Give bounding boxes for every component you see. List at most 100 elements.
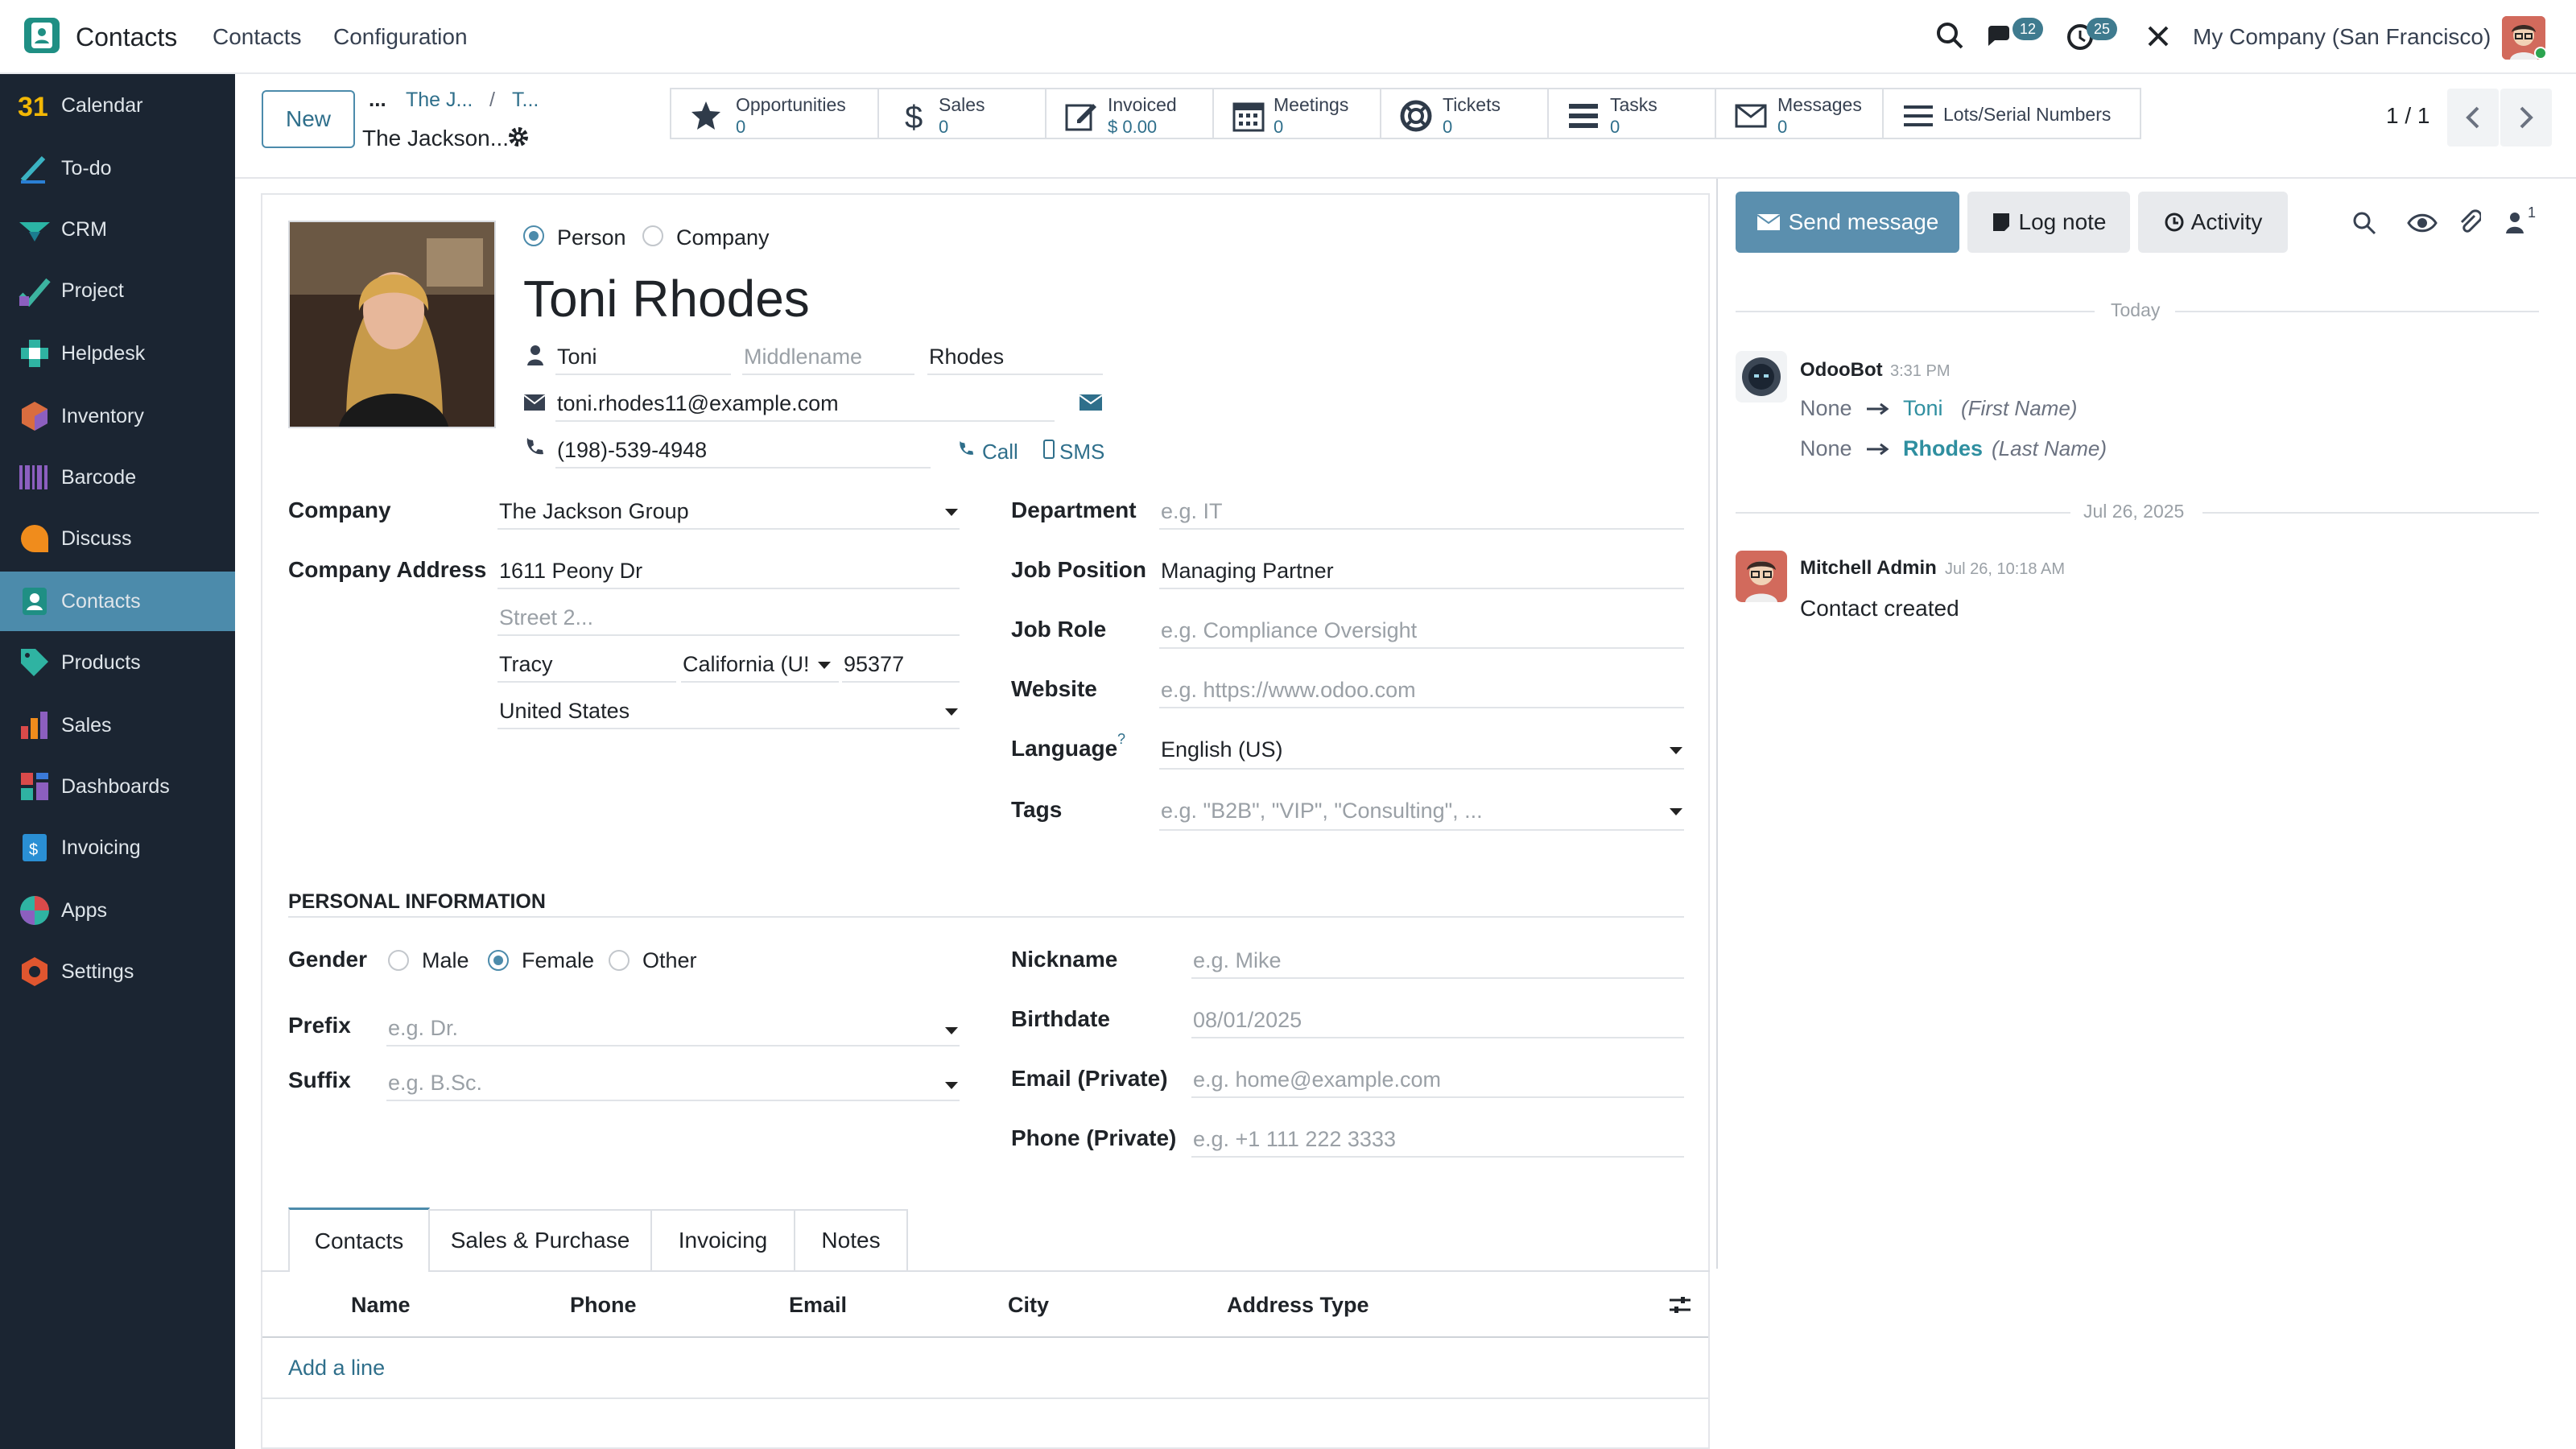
zip-input[interactable]: 95377	[844, 652, 904, 677]
app-title[interactable]: Contacts	[76, 23, 177, 52]
menu-contacts[interactable]: Contacts	[213, 24, 302, 50]
message-author[interactable]: Mitchell Admin	[1800, 557, 1937, 580]
state-select[interactable]: California (U!	[683, 652, 810, 677]
log-note-button[interactable]: Log note	[1967, 192, 2130, 253]
nickname-input[interactable]: e.g. Mike	[1193, 948, 1282, 973]
contact-photo[interactable]	[288, 221, 496, 428]
messages-icon[interactable]	[1985, 23, 2016, 50]
contact-name-heading[interactable]: Toni Rhodes	[523, 269, 810, 328]
sidebar-item-dashboards[interactable]: Dashboards	[0, 757, 235, 816]
company-switcher[interactable]: My Company (San Francisco)	[2193, 24, 2491, 50]
country-select[interactable]: United States	[499, 699, 630, 724]
street-input[interactable]: 1611 Peony Dr	[499, 559, 642, 584]
sidebar-item-discuss[interactable]: Discuss	[0, 509, 235, 568]
sidebar-item-crm[interactable]: CRM	[0, 200, 235, 259]
mobile-icon[interactable]	[1043, 440, 1055, 459]
breadcrumb-item-parent[interactable]: T...	[512, 89, 539, 112]
breadcrumb-ellipsis[interactable]: ...	[369, 87, 386, 112]
mitchell-admin-avatar[interactable]	[1736, 551, 1787, 602]
sidebar-item-contacts[interactable]: Contacts	[0, 572, 235, 631]
search-messages-icon[interactable]	[2352, 211, 2376, 235]
sidebar-item-invoicing[interactable]: $ Invoicing	[0, 818, 235, 877]
street2-input[interactable]: Street 2...	[499, 605, 593, 630]
lots-serial-smart-button[interactable]: Lots/Serial Numbers	[1882, 88, 2141, 139]
last-name-input[interactable]: Rhodes	[929, 345, 1004, 369]
pager-next-button[interactable]	[2500, 89, 2552, 147]
call-phone-icon[interactable]	[958, 441, 974, 457]
odoobot-avatar[interactable]	[1736, 351, 1787, 402]
pager-counter[interactable]: 1 / 1	[2386, 103, 2429, 129]
send-email-icon[interactable]	[1079, 393, 1103, 412]
phone-private-input[interactable]: e.g. +1 111 222 3333	[1193, 1127, 1396, 1152]
phone-input[interactable]: (198)-539-4948	[557, 438, 707, 463]
column-header-address-type[interactable]: Address Type	[1227, 1293, 1369, 1318]
contacts-app-icon[interactable]	[24, 18, 60, 53]
new-button[interactable]: New	[262, 90, 355, 148]
column-header-phone[interactable]: Phone	[570, 1293, 637, 1318]
sidebar-item-todo[interactable]: To-do	[0, 138, 235, 198]
sidebar-item-apps[interactable]: Apps	[0, 881, 235, 940]
attachment-paperclip-icon[interactable]	[2457, 208, 2481, 235]
optional-columns-icon[interactable]	[1668, 1293, 1692, 1317]
sidebar-item-project[interactable]: Project	[0, 261, 235, 320]
prefix-dropdown-caret[interactable]	[945, 1027, 958, 1034]
gear-icon[interactable]	[507, 126, 530, 148]
company-select[interactable]: The Jackson Group	[499, 499, 689, 524]
call-button[interactable]: Call	[982, 440, 1018, 464]
language-help-tooltip[interactable]: ?	[1117, 731, 1125, 748]
job-position-input[interactable]: Managing Partner	[1161, 559, 1334, 584]
tags-dropdown-caret[interactable]	[1670, 808, 1682, 815]
follow-eye-icon[interactable]	[2407, 211, 2438, 235]
tags-input[interactable]: e.g. "B2B", "VIP", "Consulting", ...	[1161, 799, 1483, 824]
middle-name-input[interactable]: Middlename	[744, 345, 862, 369]
breadcrumb-item-company[interactable]: The J...	[406, 89, 473, 112]
sidebar-item-barcode[interactable]: Barcode	[0, 448, 235, 507]
sidebar-item-helpdesk[interactable]: Helpdesk	[0, 324, 235, 383]
gender-other-radio[interactable]	[609, 950, 630, 971]
country-dropdown-caret[interactable]	[945, 708, 958, 716]
email-private-input[interactable]: e.g. home@example.com	[1193, 1067, 1441, 1092]
sidebar-item-settings[interactable]: Settings	[0, 942, 235, 1001]
meetings-smart-button[interactable]: Meetings 0	[1212, 88, 1381, 139]
tickets-smart-button[interactable]: Tickets 0	[1380, 88, 1549, 139]
prefix-select[interactable]: e.g. Dr.	[388, 1016, 458, 1041]
company-dropdown-caret[interactable]	[945, 509, 958, 516]
message-author[interactable]: OdooBot	[1800, 359, 1883, 382]
column-header-email[interactable]: Email	[789, 1293, 847, 1318]
sidebar-item-products[interactable]: Products	[0, 633, 235, 692]
sidebar-item-sales[interactable]: Sales	[0, 696, 235, 755]
opportunities-smart-button[interactable]: Opportunities 0	[670, 88, 879, 139]
company-radio[interactable]	[642, 225, 663, 246]
suffix-select[interactable]: e.g. B.Sc.	[388, 1071, 482, 1096]
activity-button[interactable]: Activity	[2138, 192, 2288, 253]
sidebar-item-calendar[interactable]: 31 Calendar	[0, 76, 235, 135]
city-input[interactable]: Tracy	[499, 652, 553, 677]
tab-contacts[interactable]: Contacts	[288, 1208, 430, 1272]
gender-male-radio[interactable]	[388, 950, 409, 971]
tab-sales-purchase[interactable]: Sales & Purchase	[428, 1209, 652, 1270]
column-header-name[interactable]: Name	[351, 1293, 411, 1318]
debug-tools-icon[interactable]	[2145, 23, 2172, 50]
followers-icon[interactable]	[2505, 211, 2524, 233]
department-input[interactable]: e.g. IT	[1161, 499, 1223, 524]
gender-female-radio[interactable]	[488, 950, 509, 971]
column-header-city[interactable]: City	[1008, 1293, 1049, 1318]
first-name-input[interactable]: Toni	[557, 345, 597, 369]
website-input[interactable]: e.g. https://www.odoo.com	[1161, 678, 1416, 703]
language-select[interactable]: English (US)	[1161, 737, 1283, 762]
add-a-line-link[interactable]: Add a line	[288, 1356, 385, 1381]
language-dropdown-caret[interactable]	[1670, 747, 1682, 754]
person-radio[interactable]	[523, 225, 544, 246]
menu-configuration[interactable]: Configuration	[333, 24, 468, 50]
sidebar-item-inventory[interactable]: Inventory	[0, 386, 235, 446]
sms-button[interactable]: SMS	[1059, 440, 1104, 464]
tab-notes[interactable]: Notes	[794, 1209, 908, 1270]
email-input[interactable]: toni.rhodes11@example.com	[557, 391, 839, 416]
job-role-input[interactable]: e.g. Compliance Oversight	[1161, 618, 1417, 643]
sales-smart-button[interactable]: $ Sales 0	[877, 88, 1046, 139]
suffix-dropdown-caret[interactable]	[945, 1082, 958, 1089]
send-message-button[interactable]: Send message	[1736, 192, 1959, 253]
messages-smart-button[interactable]: Messages 0	[1715, 88, 1884, 139]
birthdate-input[interactable]: 08/01/2025	[1193, 1008, 1302, 1033]
invoiced-smart-button[interactable]: Invoiced $ 0.00	[1045, 88, 1214, 139]
